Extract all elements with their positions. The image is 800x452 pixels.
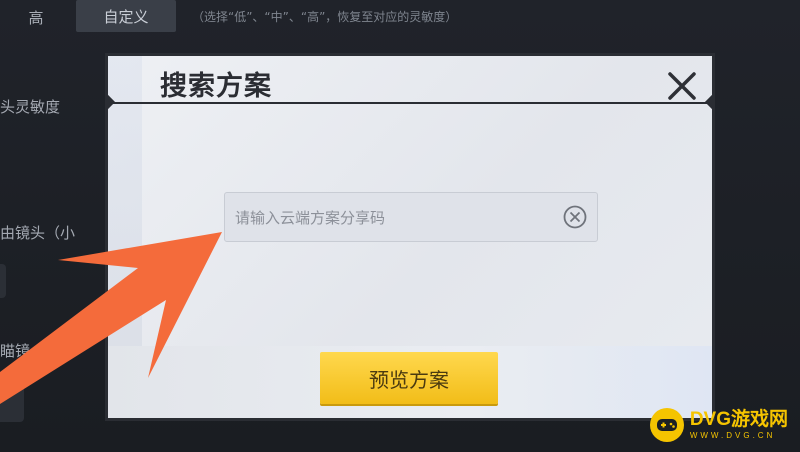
slider-track-left[interactable] <box>0 264 6 298</box>
sensitivity-preset-selector: 高 <box>0 0 72 34</box>
title-divider <box>108 102 712 104</box>
preset-hint-text: （选择“低”、“中”、“高”，恢复至对应的灵敏度） <box>192 10 458 24</box>
camera-sensitivity-label: 头灵敏度 <box>0 98 61 116</box>
preset-high-tab[interactable]: 高 <box>0 0 72 34</box>
close-button[interactable] <box>662 66 702 106</box>
slider-track-left-2[interactable] <box>0 384 24 422</box>
close-icon <box>668 72 696 100</box>
share-code-field <box>224 192 598 243</box>
dialog-title: 搜索方案 <box>160 71 272 102</box>
watermark-url: WWW.DVG.CN <box>689 431 776 440</box>
search-scheme-dialog: 搜索方案 预览方案 <box>108 56 712 418</box>
gamepad-logo-icon <box>649 408 684 442</box>
share-code-input[interactable] <box>233 193 557 243</box>
site-watermark: DVG游戏网 WWW.DVG.CN <box>649 408 788 442</box>
clear-circle-icon[interactable] <box>563 205 587 229</box>
preview-scheme-button[interactable]: 预览方案 <box>320 352 498 404</box>
scope-label: 瞄镜 <box>0 342 31 360</box>
free-camera-label: 由镜头（小 <box>0 224 76 242</box>
preset-custom-tab[interactable]: 自定义 <box>76 0 176 32</box>
divider-diamond-right <box>704 94 712 110</box>
watermark-name: DVG游戏网 <box>689 409 788 430</box>
